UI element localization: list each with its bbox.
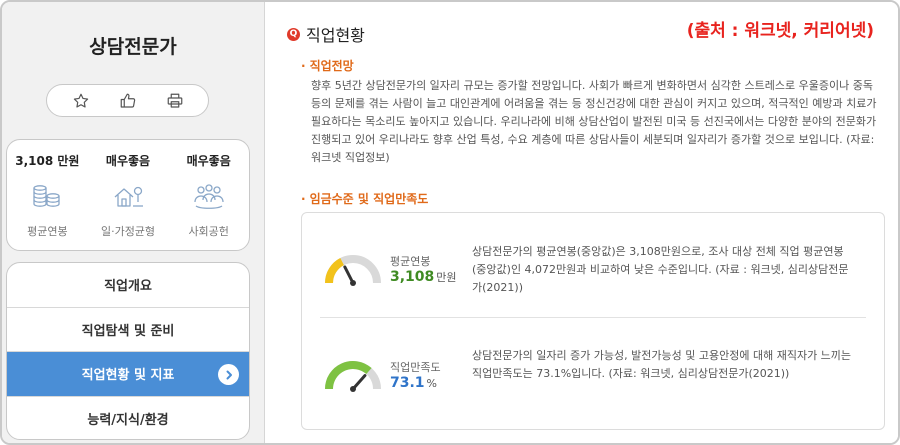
salary-description: 상담전문가의 평균연봉(중앙값)은 3,108만원으로, 조사 대상 전체 직업…	[472, 245, 849, 294]
menu-item-label: 직업탐색 및 준비	[81, 323, 175, 339]
satisfaction-row: 직업만족도 73.1% 상담전문가의 일자리 증가 가능성, 발전가능성 및 고…	[302, 319, 884, 419]
satisfaction-number: 73.1	[390, 375, 425, 391]
people-group-icon	[192, 181, 226, 213]
satisfaction-gauge-icon	[325, 361, 381, 392]
stat-social: 매우좋음 사회공헌	[168, 140, 249, 250]
menu-item-label: 직업현황 및 지표	[81, 368, 175, 384]
stat-work-life-value: 매우좋음	[105, 154, 151, 168]
action-bar	[46, 84, 209, 117]
satisfaction-unit: %	[426, 377, 437, 390]
print-icon[interactable]	[164, 90, 186, 112]
menu-item-overview[interactable]: 직업개요	[7, 263, 249, 308]
sidebar: 상담전문가 3,108 만원 평균연봉 매우좋음 일·가정균형 매우좋음 사회공…	[2, 2, 264, 443]
outlook-paragraph: 향후 5년간 상담전문가의 일자리 규모는 증가할 전망입니다. 사회가 빠르게…	[311, 79, 877, 164]
job-info-panel: 상담전문가 3,108 만원 평균연봉 매우좋음 일·가정균형 매우좋음 사회공…	[0, 0, 900, 445]
stat-social-value: 매우좋음	[186, 154, 231, 168]
salary-label: 평균연봉	[390, 255, 431, 268]
section-title: 직업현황	[306, 26, 365, 45]
wage-satisfaction-box: 평균연봉 3,108 만원 상담전문가의 평균연봉(중앙값)은 3,108만원으로…	[301, 212, 885, 430]
salary-unit: 만원	[436, 271, 457, 284]
satisfaction-description: 상담전문가의 일자리 증가 가능성, 발전가능성 및 고용안정에 대해 재직자가…	[472, 349, 852, 380]
menu-item-label: 직업개요	[104, 279, 152, 295]
bullet-dot-icon: ·	[301, 192, 306, 206]
section-header: Q 직업현황	[287, 22, 365, 46]
q-badge-icon: Q	[287, 27, 300, 41]
salary-row: 평균연봉 3,108 만원 상담전문가의 평균연봉(중앙값)은 3,108만원으로…	[302, 213, 884, 313]
home-balance-icon	[111, 181, 145, 213]
star-icon[interactable]	[70, 90, 92, 112]
outlook-heading: · 직업전망	[301, 57, 354, 74]
source-note: (출처 : 워크넷, 커리어넷)	[686, 21, 874, 41]
stat-salary: 3,108 만원 평균연봉	[7, 140, 88, 250]
chevron-right-icon[interactable]	[218, 364, 239, 385]
stat-salary-label: 평균연봉	[27, 225, 68, 238]
outlook-heading-text: 직업전망	[309, 59, 354, 73]
gauge-fill	[325, 258, 345, 284]
stat-salary-value: 3,108 만원	[15, 154, 80, 168]
gauge-hub	[350, 280, 356, 286]
salary-number: 3,108	[390, 269, 435, 285]
bullet-dot-icon: ·	[301, 59, 306, 73]
stat-social-label: 사회공헌	[188, 225, 229, 238]
menu-item-abilities[interactable]: 능력/지식/환경	[7, 397, 249, 440]
side-menu: 직업개요 직업탐색 및 준비 직업현황 및 지표 능력/지식/환경	[6, 262, 250, 440]
menu-item-explore[interactable]: 직업탐색 및 준비	[7, 308, 249, 352]
menu-item-label: 능력/지식/환경	[87, 413, 169, 429]
salary-value: 3,108 만원	[390, 269, 457, 285]
satisfaction-label: 직업만족도	[390, 361, 441, 374]
thumbs-up-icon[interactable]	[117, 90, 139, 112]
money-stack-icon	[30, 181, 64, 213]
job-stats-card: 3,108 만원 평균연봉 매우좋음 일·가정균형 매우좋음 사회공헌	[6, 139, 250, 251]
menu-item-status[interactable]: 직업현황 및 지표	[7, 352, 249, 397]
wage-heading-text: 임금수준 및 직업만족도	[309, 192, 429, 206]
stat-work-life-label: 일·가정균형	[100, 225, 156, 238]
gauge-hub	[350, 386, 356, 392]
row-divider	[320, 317, 866, 318]
satisfaction-value: 73.1%	[390, 375, 437, 391]
salary-gauge-icon	[325, 255, 381, 286]
wage-heading: · 임금수준 및 직업만족도	[301, 190, 428, 207]
job-title: 상담전문가	[89, 36, 177, 58]
main-content: Q 직업현황 (출처 : 워크넷, 커리어넷) · 직업전망 향후 5년간 상담전…	[264, 2, 898, 443]
stat-work-life: 매우좋음 일·가정균형	[88, 140, 169, 250]
